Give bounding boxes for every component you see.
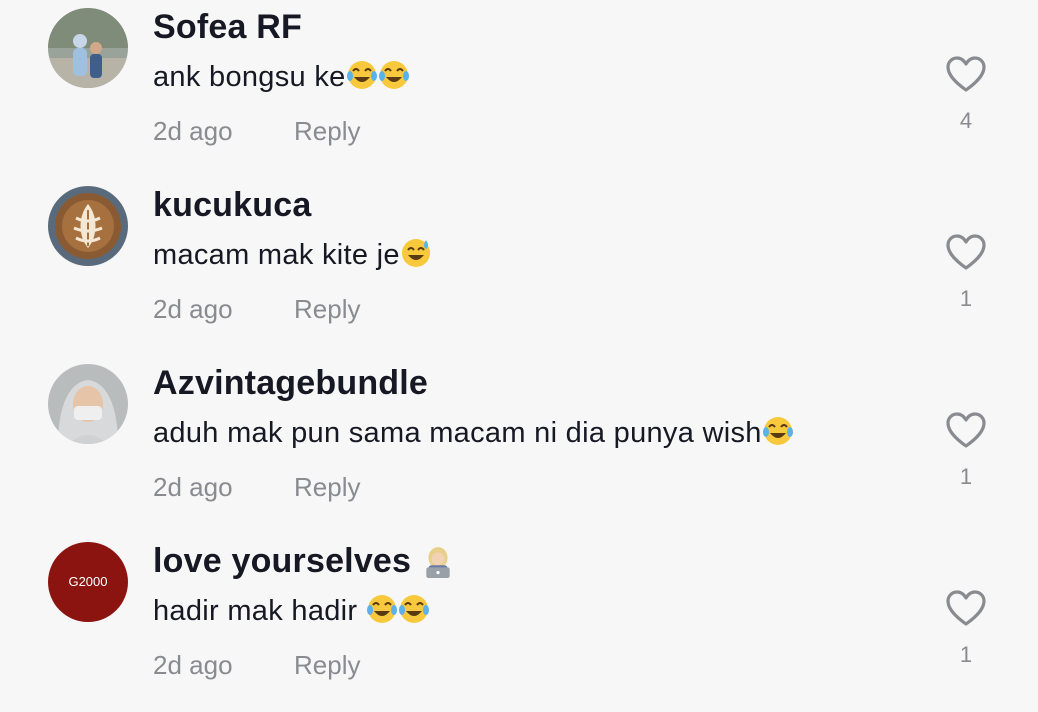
comment-timestamp: 2d ago [153, 472, 233, 502]
comment-text: aduh mak pun sama macam ni dia punya wis… [153, 416, 794, 450]
avatar[interactable] [48, 364, 128, 444]
g2000-logo: G2000 [68, 574, 107, 589]
avatar[interactable] [48, 8, 128, 88]
reply-button[interactable]: Reply [294, 472, 360, 503]
avatar[interactable]: G2000 [48, 542, 128, 622]
comment-text: hadir mak hadir [153, 594, 430, 628]
comment-text: macam mak kite je [153, 238, 432, 272]
username[interactable]: Sofea RF [153, 8, 302, 47]
like-count: 4 [959, 108, 973, 133]
comment-item: Sofea RF ank bongsu ke 2d ago Reply 4 [0, 0, 1038, 178]
comment-item: G2000 love yourselves hadir mak hadir 2d… [0, 534, 1038, 712]
reply-button[interactable]: Reply [294, 650, 360, 681]
like-count: 1 [959, 642, 973, 667]
reply-button[interactable]: Reply [294, 294, 360, 325]
comment-item: kucukuca macam mak kite je 2d ago Reply … [0, 178, 1038, 356]
heart-outline-icon[interactable] [946, 412, 986, 450]
comment-timestamp: 2d ago [153, 116, 233, 146]
username[interactable]: love yourselves [153, 542, 455, 581]
sweat-smile-emoji-icon [401, 239, 430, 267]
joy-emoji-icon [378, 61, 409, 89]
heart-outline-icon[interactable] [946, 590, 986, 628]
avatar[interactable] [48, 186, 128, 266]
joy-emoji-icon [366, 595, 397, 623]
heart-outline-icon[interactable] [946, 56, 986, 94]
comment-item: Azvintagebundle aduh mak pun sama macam … [0, 356, 1038, 534]
username[interactable]: kucukuca [153, 186, 311, 225]
comment-timestamp: 2d ago [153, 650, 233, 680]
heart-outline-icon[interactable] [946, 234, 986, 272]
comment-text: ank bongsu ke [153, 60, 410, 94]
reply-button[interactable]: Reply [294, 116, 360, 147]
joy-emoji-icon [762, 417, 793, 445]
comment-timestamp: 2d ago [153, 294, 233, 324]
woman-technologist-emoji-icon [426, 547, 450, 578]
like-count: 1 [959, 464, 973, 489]
like-count: 1 [959, 286, 973, 311]
username[interactable]: Azvintagebundle [153, 364, 428, 403]
joy-emoji-icon [398, 595, 429, 623]
joy-emoji-icon [346, 61, 377, 89]
